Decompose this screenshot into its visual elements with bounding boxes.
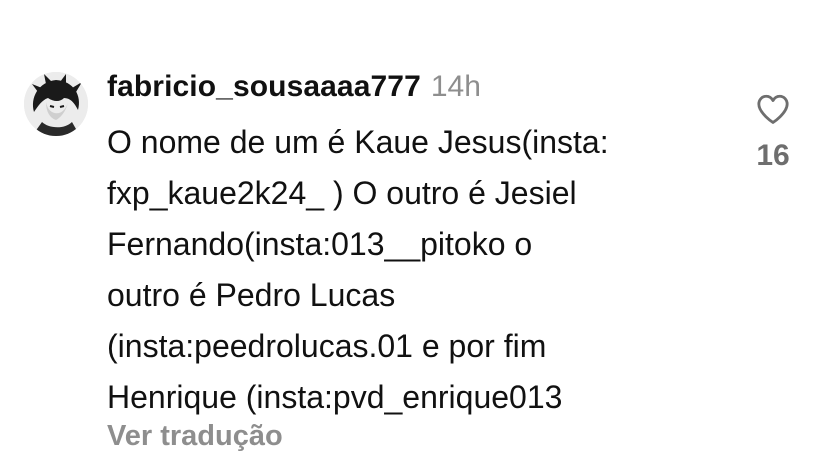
username[interactable]: fabricio_sousaaaa777 — [107, 70, 421, 104]
like-count: 16 — [756, 139, 790, 172]
heart-outline-icon[interactable] — [756, 93, 790, 125]
like-button[interactable]: 16 — [745, 93, 801, 173]
comment-text-line: Fernando(insta:013__pitoko o — [107, 226, 533, 262]
comment-body: fabricio_sousaaaa777 14h O nome de um é … — [107, 70, 727, 423]
comment-text-line: Henrique (insta:pvd_enrique013 — [107, 379, 563, 415]
avatar-image — [24, 72, 88, 136]
comment-meta: fabricio_sousaaaa777 14h — [107, 70, 727, 114]
see-translation-link[interactable]: Ver tradução — [107, 420, 283, 453]
comment-text-line: (insta:peedrolucas.01 e por fim — [107, 328, 547, 364]
comment-text-line: outro é Pedro Lucas — [107, 277, 396, 313]
avatar[interactable] — [24, 72, 88, 136]
comment-text-line: O nome de um é Kaue Jesus(insta: — [107, 124, 609, 160]
comment-text: O nome de um é Kaue Jesus(insta: fxp_kau… — [107, 117, 727, 423]
comment-text-line: fxp_kaue2k24_ ) O outro é Jesiel — [107, 175, 577, 211]
comment: fabricio_sousaaaa777 14h O nome de um é … — [0, 0, 828, 467]
timestamp: 14h — [430, 70, 481, 103]
